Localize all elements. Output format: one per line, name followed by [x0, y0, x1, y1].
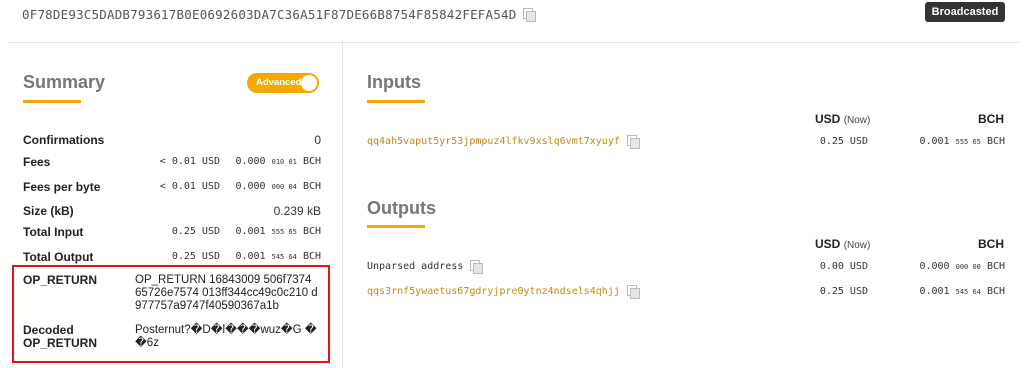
- output-address-link[interactable]: qqs3rnf5ywaetus67gdryjpre0ytnz4ndsels4qh…: [367, 285, 640, 299]
- confirmations-value: 0: [314, 133, 321, 147]
- size-row: Size (kB) 0.239 kB: [23, 204, 321, 222]
- confirmations-label: Confirmations: [23, 133, 105, 147]
- fees-per-byte-label: Fees per byte: [23, 180, 101, 194]
- copy-icon[interactable]: [523, 7, 537, 22]
- decoded-op-return-label: Decoded OP_RETURN: [23, 323, 98, 350]
- size-value: 0.239 kB: [273, 204, 321, 218]
- total-input-usd: 0.25 USD: [171, 226, 220, 237]
- inputs-bch-header: BCH: [978, 112, 1004, 126]
- fees-row: Fees < 0.01 USD 0.000 010 01 BCH: [23, 155, 321, 173]
- fees-bch: 0.000 010 01 BCH: [235, 156, 321, 167]
- total-input-row: Total Input 0.25 USD 0.001 555 65 BCH: [23, 225, 321, 243]
- copy-icon[interactable]: [470, 260, 484, 274]
- total-output-label: Total Output: [23, 250, 94, 264]
- output-bch-0: 0.000 000 00 BCH: [919, 261, 1005, 272]
- tx-hash: 0F78DE93C5DADB793617B0E0692603DA7C36A51F…: [22, 6, 517, 22]
- inputs-title: Inputs: [367, 72, 421, 92]
- inputs-usd-header: USD (Now): [815, 112, 871, 126]
- fees-per-byte-bch: 0.000 000 04 BCH: [235, 181, 321, 192]
- tx-hash-row: 0F78DE93C5DADB793617B0E0692603DA7C36A51F…: [22, 5, 537, 23]
- outputs-usd-header: USD (Now): [815, 237, 871, 251]
- inputs-underline: [367, 100, 425, 103]
- fees-per-byte-usd: < 0.01 USD: [159, 181, 220, 192]
- op-return-value: OP_RETURN 16843009 506f7374 65726e7574 0…: [135, 274, 318, 312]
- advanced-toggle[interactable]: Advanced: [247, 73, 319, 93]
- outputs-title: Outputs: [367, 198, 436, 218]
- unparsed-address: Unparsed address: [367, 260, 484, 274]
- total-input-label: Total Input: [23, 225, 84, 239]
- copy-icon[interactable]: [626, 135, 640, 149]
- input-usd: 0.25 USD: [819, 136, 868, 147]
- outputs-bch-header: BCH: [978, 237, 1004, 251]
- outputs-underline: [367, 225, 425, 228]
- op-return-highlight: OP_RETURN OP_RETURN 16843009 506f7374 65…: [12, 265, 330, 363]
- divider: [8, 42, 1020, 43]
- total-output-bch: 0.001 545 64 BCH: [235, 251, 321, 262]
- input-address-link[interactable]: qq4ah5vaput5yr53jpmpuz4lfkv9xslq6vmt7xyu…: [367, 135, 640, 149]
- copy-icon[interactable]: [626, 285, 640, 299]
- total-input-bch: 0.001 555 65 BCH: [235, 226, 321, 237]
- fees-usd: < 0.01 USD: [159, 156, 220, 167]
- output-usd-1: 0.25 USD: [819, 286, 868, 297]
- op-return-label: OP_RETURN: [23, 273, 98, 287]
- size-label: Size (kB): [23, 204, 74, 218]
- fees-per-byte-row: Fees per byte < 0.01 USD 0.000 000 04 BC…: [23, 180, 321, 198]
- summary-title: Summary: [23, 72, 106, 92]
- total-output-usd: 0.25 USD: [171, 251, 220, 262]
- toggle-knob: [301, 75, 317, 91]
- advanced-toggle-label: Advanced: [256, 77, 302, 88]
- decoded-op-return-value: Posternut?�D�l���wuz�G ��6z: [135, 324, 317, 349]
- confirmations-row: Confirmations 0: [23, 133, 321, 151]
- output-bch-1: 0.001 545 64 BCH: [919, 286, 1005, 297]
- input-bch: 0.001 555 65 BCH: [919, 136, 1005, 147]
- column-divider: [342, 43, 343, 368]
- status-badge: Broadcasted: [925, 2, 1005, 22]
- summary-underline: [23, 100, 81, 103]
- output-usd-0: 0.00 USD: [819, 261, 868, 272]
- fees-label: Fees: [23, 155, 51, 169]
